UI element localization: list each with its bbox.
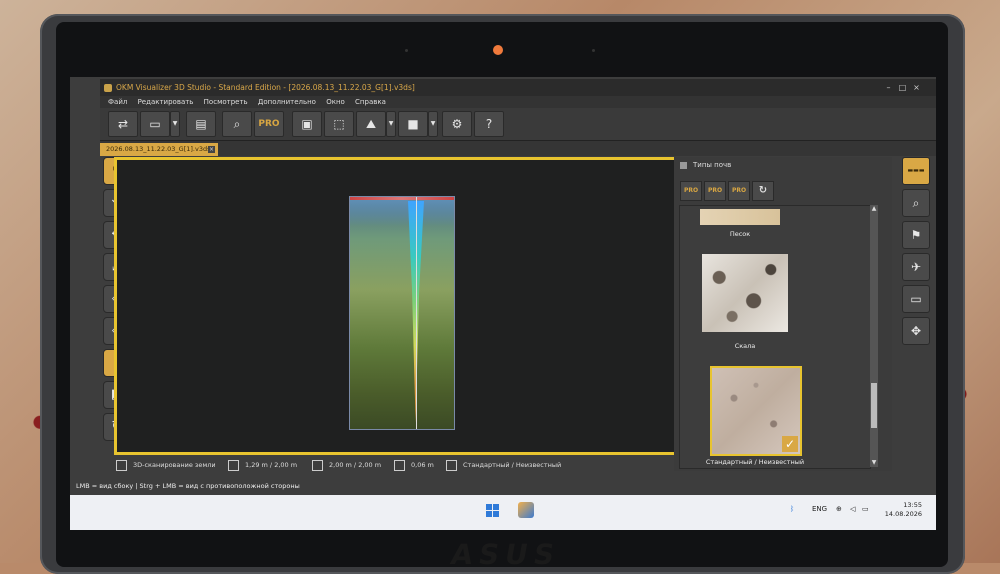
status-size-2: 2,00 m / 2,00 m [312, 457, 381, 473]
soil-types-panel: Типы почв PRO PRO PRO ↻ Песок Скала ✓ Ст… [674, 157, 892, 471]
depth-icon [394, 459, 405, 471]
menu-edit[interactable]: Редактировать [138, 98, 194, 106]
panel-icon [680, 161, 687, 169]
window-title: OKM Visualizer 3D Studio - Standard Edit… [116, 83, 415, 92]
tab-document[interactable]: 2026.08.13_11.22.03_G[1].v3ds × [100, 143, 218, 156]
menu-extras[interactable]: Дополнительно [258, 98, 316, 106]
scan-viewport[interactable] [114, 157, 687, 455]
scan-mode-icon [116, 459, 127, 471]
open-dropdown-button[interactable]: ▼ [170, 111, 180, 137]
status-soil: Стандартный / Неизвестный [446, 457, 561, 473]
windows-start-icon[interactable] [486, 504, 500, 518]
status-depth: 0,06 m [394, 457, 434, 473]
satellite-icon[interactable]: ✈ [902, 253, 930, 281]
pro-icon[interactable]: PRO [254, 111, 284, 137]
globe-icon[interactable]: ⊕ [836, 505, 842, 513]
ground-scan-image [349, 196, 455, 430]
soil-label-standard: Стандартный / Неизвестный [705, 458, 805, 466]
color-dropdown-button[interactable]: ▼ [428, 111, 438, 137]
sensor-dot [405, 49, 408, 52]
area-icon [228, 459, 239, 471]
tab-row: 2026.08.13_11.22.03_G[1].v3ds × [100, 141, 936, 156]
status-size-1: 1,29 m / 2,00 m [228, 457, 297, 473]
device-logo: ASUS [448, 538, 563, 571]
title-bar: OKM Visualizer 3D Studio - Standard Edit… [100, 79, 936, 97]
terrain-icon[interactable]: ⛰ [356, 111, 386, 137]
scan-cursor-line [416, 197, 417, 429]
pro-soil-button-2[interactable]: PRO [704, 181, 726, 201]
scan-surface [350, 200, 454, 226]
minimize-button[interactable]: – [884, 83, 893, 92]
soil-list-scrollbar[interactable]: ▲ ▼ [870, 205, 878, 467]
soil-label-rock: Скала [734, 342, 756, 350]
screen: OKM Visualizer 3D Studio - Standard Edit… [70, 77, 936, 530]
soil-item-standard[interactable]: ✓ [710, 366, 802, 456]
terrain-dropdown-button[interactable]: ▼ [386, 111, 396, 137]
import-icon[interactable]: ⇄ [108, 111, 138, 137]
sensor-dot [592, 49, 595, 52]
soil-label-sand: Песок [729, 230, 751, 238]
scan-search-icon[interactable]: ⌕ [902, 189, 930, 217]
panel-label-icon[interactable]: ▬▬▬ [902, 157, 930, 185]
maximize-button[interactable]: □ [898, 83, 907, 92]
help-icon[interactable]: ? [474, 111, 504, 137]
bluetooth-icon[interactable]: ᛒ [790, 505, 794, 513]
bookmark-icon[interactable]: ⚑ [902, 221, 930, 249]
open-folder-icon[interactable]: ▭ [140, 111, 170, 137]
clock-date: 14.08.2026 [884, 510, 922, 518]
status-mode: 3D-сканирование земли [116, 457, 216, 473]
panel-title: Типы почв [680, 161, 731, 169]
menu-bar: Файл Редактировать Посмотреть Дополнител… [100, 96, 936, 108]
webcam [493, 45, 503, 55]
monitor-settings-icon[interactable]: ▭ [902, 285, 930, 313]
visualizer-app-icon[interactable] [518, 502, 534, 518]
soil-item-sand[interactable] [700, 209, 780, 225]
language-indicator[interactable]: ENG [812, 505, 827, 513]
toolbar: ⇄ ▭ ▼ ▤ ⌕ PRO ▣ ⬚ ⛰ ▼ ■ ▼ ⚙ ? [100, 108, 936, 141]
soil-icon [446, 459, 457, 471]
pro-soil-button-1[interactable]: PRO [680, 181, 702, 201]
clock-time: 13:55 [903, 501, 922, 509]
soil-item-rock[interactable] [702, 254, 788, 332]
menu-help[interactable]: Справка [355, 98, 386, 106]
scan-top-edge [350, 197, 454, 200]
tab-close-icon[interactable]: × [208, 146, 215, 153]
volume-icon[interactable]: ◁ [850, 505, 855, 513]
menu-view[interactable]: Посмотреть [204, 98, 248, 106]
settings-icon[interactable]: ⚙ [442, 111, 472, 137]
cube-select-icon[interactable]: ⬚ [324, 111, 354, 137]
menu-window[interactable]: Окно [326, 98, 345, 106]
pro-soil-button-3[interactable]: PRO [728, 181, 750, 201]
status-bar: 3D-сканирование земли 1,29 m / 2,00 m 2,… [100, 457, 690, 473]
report-search-icon[interactable]: ⌕ [222, 111, 252, 137]
app-icon [104, 84, 112, 92]
area-icon [312, 459, 323, 471]
mouse-hint: LMB = вид сбоку | Strg + LMB = вид с про… [76, 482, 300, 490]
refresh-icon[interactable]: ↻ [752, 181, 774, 201]
battery-icon[interactable]: ▭ [862, 505, 869, 513]
menu-file[interactable]: Файл [108, 98, 127, 106]
close-button[interactable]: × [912, 83, 921, 92]
scroll-down-icon[interactable]: ▼ [870, 459, 878, 467]
save-icon[interactable]: ▤ [186, 111, 216, 137]
navigation-icon[interactable]: ✥ [902, 317, 930, 345]
checkmark-icon: ✓ [782, 436, 798, 452]
screenshot-icon[interactable]: ▣ [292, 111, 322, 137]
scroll-thumb[interactable] [871, 383, 877, 428]
color-icon[interactable]: ■ [398, 111, 428, 137]
soil-list: Песок Скала ✓ Стандартный / Неизвестный [679, 205, 871, 469]
scroll-up-icon[interactable]: ▲ [870, 205, 878, 213]
windows-taskbar: ᛒ ENG ⊕ ◁ ▭ 13:55 14.08.2026 [70, 495, 936, 530]
clock[interactable]: 13:55 14.08.2026 [872, 501, 922, 519]
right-toolbar: ▬▬▬ ⌕ ⚑ ✈ ▭ ✥ [898, 157, 934, 437]
tab-label: 2026.08.13_11.22.03_G[1].v3ds [106, 145, 211, 153]
